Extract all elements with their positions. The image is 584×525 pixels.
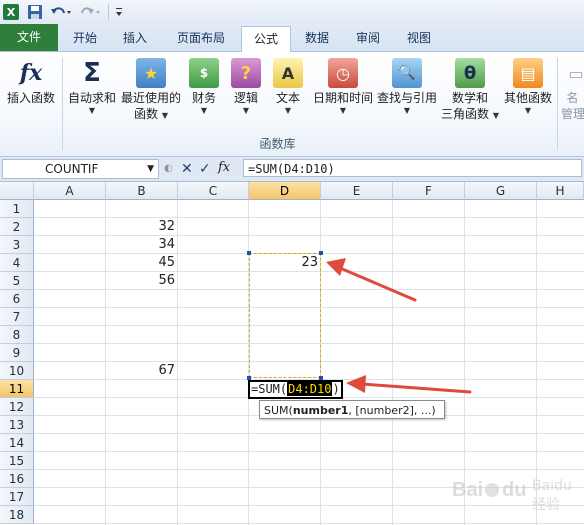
svg-text:du: du (502, 479, 526, 501)
watermark-text: Baidu 经验 (532, 478, 572, 513)
arrow-to-d4 (326, 258, 417, 302)
svg-text:Bai: Bai (452, 479, 483, 501)
annotation-arrows (326, 258, 472, 394)
arrow-to-d11 (346, 375, 472, 394)
baidu-watermark: Bai du Baidu 经验 (452, 470, 582, 520)
